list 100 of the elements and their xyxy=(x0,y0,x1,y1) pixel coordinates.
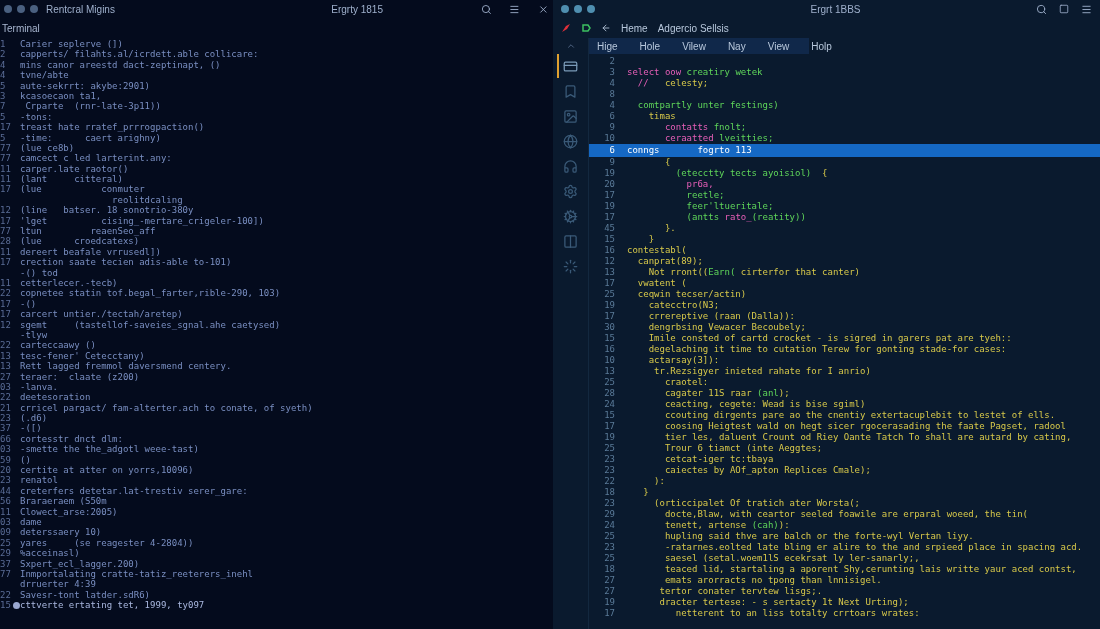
line-number: 17 xyxy=(0,257,11,268)
line-number: 16 xyxy=(604,344,615,355)
code-token: (reatity)) xyxy=(751,212,806,223)
menu-icon[interactable] xyxy=(509,3,521,15)
menu-item[interactable]: Nay xyxy=(727,38,746,54)
headphones-icon[interactable] xyxy=(563,158,578,174)
loader-icon[interactable] xyxy=(563,258,578,274)
code-token: lveitties; xyxy=(719,133,774,144)
tag-icon[interactable] xyxy=(581,23,591,33)
code-token: { xyxy=(822,168,828,179)
terminal-line: tesc-fener' Cetecctany) xyxy=(20,350,145,362)
code-token: } xyxy=(642,487,649,498)
line-number: 24 xyxy=(604,520,615,531)
close-icon[interactable] xyxy=(538,3,549,15)
code-token: celesty; xyxy=(664,78,709,89)
code-token: ceacting, cegete: Wead is bise sgiml) xyxy=(663,399,866,410)
line-number: 22 xyxy=(0,288,11,299)
code-token: ); xyxy=(778,388,790,399)
line-number: 18 xyxy=(604,487,615,498)
code-token: feer'ltueritale; xyxy=(685,201,774,212)
terminal-line: aute-sekrrt: akybe:2901) xyxy=(20,80,151,91)
settings-icon[interactable] xyxy=(563,183,578,199)
line-number: 17 xyxy=(0,184,11,195)
code-token: docte,Blaw, with ceartor seeled foawile are erparal woeed, the tin( xyxy=(663,509,1028,520)
line-number: 77 xyxy=(0,142,11,154)
line-number: 25 xyxy=(604,377,615,388)
line-number: 24 xyxy=(604,399,615,410)
terminal-line: -() tod xyxy=(20,267,58,278)
breadcrumb-link[interactable]: Adgercio Sellsis xyxy=(657,20,729,36)
code-token: teaced lid, startaling a aporent Shy,cerunting lais writte yaur aced contst, xyxy=(663,564,1077,575)
code-token: fnolt; xyxy=(713,122,747,133)
line-number: 23 xyxy=(0,413,11,424)
code-token: emats arorracts no tpong than lnnisigel. xyxy=(663,575,882,586)
line-number: 03 xyxy=(0,444,11,455)
line-number: 4 xyxy=(609,78,615,89)
line-number: 17 xyxy=(0,309,11,320)
terminal-line: Inmportalating cratte-tatiz_reeterers_inehl xyxy=(20,568,253,580)
code-token: (cah) xyxy=(751,520,779,531)
terminal-line: Rett lagged fremmol daversmend centery. xyxy=(20,361,232,372)
menu-item[interactable]: Holp xyxy=(811,38,832,54)
window-icon[interactable] xyxy=(1059,4,1069,14)
code-token: Imile consted of cartd crocket - is sigred in garers pat are tyeh:: xyxy=(647,333,1012,344)
line-number: 19 xyxy=(604,300,615,311)
line-number: 03 xyxy=(0,381,11,393)
terminal-line: -time: caert arighny) xyxy=(20,132,161,143)
menu-item[interactable]: Hige xyxy=(597,38,618,54)
code-token: // xyxy=(636,78,650,89)
menu-item[interactable]: View xyxy=(767,38,790,54)
line-number: 30 xyxy=(604,322,615,333)
line-number: 10 xyxy=(604,133,615,144)
code-token: tr.Rezsigyer inieted rahate for I anrio) xyxy=(653,366,871,377)
globe-icon[interactable] xyxy=(563,133,578,149)
window-title: Rentcral Migins xyxy=(46,2,116,17)
line-number: 17 xyxy=(604,212,615,223)
code-token: ): xyxy=(778,520,790,531)
code-token: }. xyxy=(663,223,676,234)
line-number: 22 xyxy=(0,392,11,403)
line-number: 28 xyxy=(604,388,615,399)
line-number: 13 xyxy=(604,366,615,377)
back-icon[interactable] xyxy=(601,23,611,33)
image-icon[interactable] xyxy=(563,108,578,124)
collapse-icon[interactable] xyxy=(565,41,576,51)
line-number: 27 xyxy=(604,586,615,597)
card-icon[interactable] xyxy=(563,58,578,74)
code-token: hupling said thve are balch or the forte-wyl Vertan liyy. xyxy=(663,531,974,542)
search-icon[interactable] xyxy=(1036,3,1047,15)
code-token: comtpartly unter festings) xyxy=(636,100,779,111)
line-number: 11 xyxy=(0,174,11,185)
search-icon[interactable] xyxy=(480,3,492,15)
line-number: 6 xyxy=(609,111,615,122)
line-number: 15 xyxy=(604,410,615,421)
window-title: Ergrty 1815 xyxy=(330,2,384,17)
cog-icon[interactable] xyxy=(563,208,578,224)
terminal-line: mins canor areestd dact-zeptinapt, () xyxy=(20,59,221,71)
line-number: 20 xyxy=(604,179,615,190)
code-token: tertor conater tervtew lisgs;. xyxy=(658,586,823,597)
code-token: conngs fogrto 113 xyxy=(627,145,752,156)
line-number: 20 xyxy=(0,465,11,476)
line-number: 29 xyxy=(604,509,615,520)
code-token: Earn( xyxy=(708,267,736,278)
line-number: 1 xyxy=(0,39,6,50)
breadcrumb-link[interactable]: Heme xyxy=(621,20,648,36)
line-number: 18 xyxy=(604,564,615,575)
bookmark-icon[interactable] xyxy=(563,83,578,99)
line-number: 11 xyxy=(0,506,11,517)
terminal-line: -([) xyxy=(20,423,42,434)
brush-icon[interactable] xyxy=(561,23,571,33)
terminal-line: cttverte ertating tet, 1999, ty097 xyxy=(20,600,205,611)
code-token: crrereptive (raan (Dalla)): xyxy=(647,311,795,322)
code-token: contatts xyxy=(663,122,710,133)
menu-item[interactable]: Vilew xyxy=(682,38,706,54)
line-number: 11 xyxy=(0,278,11,289)
code-token: netterent to an liss totalty crrtoars wrates: xyxy=(674,608,920,619)
line-number: 5 xyxy=(0,111,6,123)
terminal-line: 'lget cising_-mertare_crigeler-100]) xyxy=(20,215,264,227)
columns-icon[interactable] xyxy=(563,233,578,249)
line-number: 19 xyxy=(604,432,615,443)
line-number: 12 xyxy=(0,319,11,330)
menu-item[interactable]: Hole xyxy=(639,38,661,54)
menu-icon[interactable] xyxy=(1081,3,1092,15)
